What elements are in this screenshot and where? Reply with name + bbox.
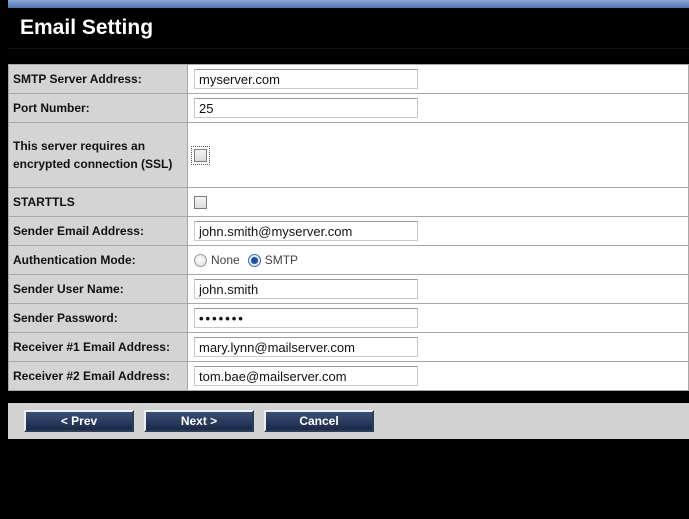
auth-mode-label: Authentication Mode:: [8, 245, 188, 275]
auth-none-radio[interactable]: [194, 253, 207, 267]
row-sender-email: Sender Email Address:: [8, 216, 689, 246]
row-receiver-2: Receiver #2 Email Address:: [8, 361, 689, 391]
ssl-label: This server requires an encrypted connec…: [8, 122, 188, 188]
page-title: Email Setting: [8, 8, 689, 49]
auth-smtp-label: SMTP: [264, 253, 299, 267]
receiver-2-input[interactable]: [194, 366, 418, 386]
cancel-button[interactable]: Cancel: [264, 410, 374, 432]
smtp-server-input[interactable]: [194, 69, 418, 89]
sender-email-input[interactable]: [194, 221, 418, 241]
row-sender-user: Sender User Name:: [8, 274, 689, 304]
starttls-checkbox[interactable]: [194, 196, 207, 210]
prev-button[interactable]: < Prev: [24, 410, 134, 432]
ssl-checkbox[interactable]: [191, 146, 210, 166]
auth-mode-radio-group: None SMTP: [194, 253, 682, 267]
port-input[interactable]: [194, 98, 418, 118]
top-accent-strip: [8, 0, 689, 8]
row-port: Port Number:: [8, 93, 689, 123]
sender-email-label: Sender Email Address:: [8, 216, 188, 246]
sender-password-input[interactable]: [194, 308, 418, 328]
receiver-1-input[interactable]: [194, 337, 418, 357]
row-auth-mode: Authentication Mode: None SMTP: [8, 245, 689, 275]
receiver-2-label: Receiver #2 Email Address:: [8, 361, 188, 391]
row-starttls: STARTTLS: [8, 187, 689, 217]
sender-password-label: Sender Password:: [8, 303, 188, 333]
auth-smtp-radio[interactable]: [247, 253, 261, 267]
row-receiver-1: Receiver #1 Email Address:: [8, 332, 689, 362]
email-settings-form: SMTP Server Address: Port Number: This s…: [8, 64, 689, 391]
row-ssl: This server requires an encrypted connec…: [8, 122, 689, 188]
button-bar: < Prev Next > Cancel: [8, 403, 689, 439]
port-label: Port Number:: [8, 93, 188, 123]
sender-user-input[interactable]: [194, 279, 418, 299]
next-button[interactable]: Next >: [144, 410, 254, 432]
email-setting-window: Email Setting SMTP Server Address: Port …: [0, 0, 689, 519]
row-smtp-server: SMTP Server Address:: [8, 64, 689, 94]
auth-none-label: None: [211, 253, 240, 267]
spacer: [8, 49, 689, 64]
smtp-server-label: SMTP Server Address:: [8, 64, 188, 94]
starttls-label: STARTTLS: [8, 187, 188, 217]
receiver-1-label: Receiver #1 Email Address:: [8, 332, 188, 362]
row-sender-password: Sender Password:: [8, 303, 689, 333]
sender-user-label: Sender User Name:: [8, 274, 188, 304]
